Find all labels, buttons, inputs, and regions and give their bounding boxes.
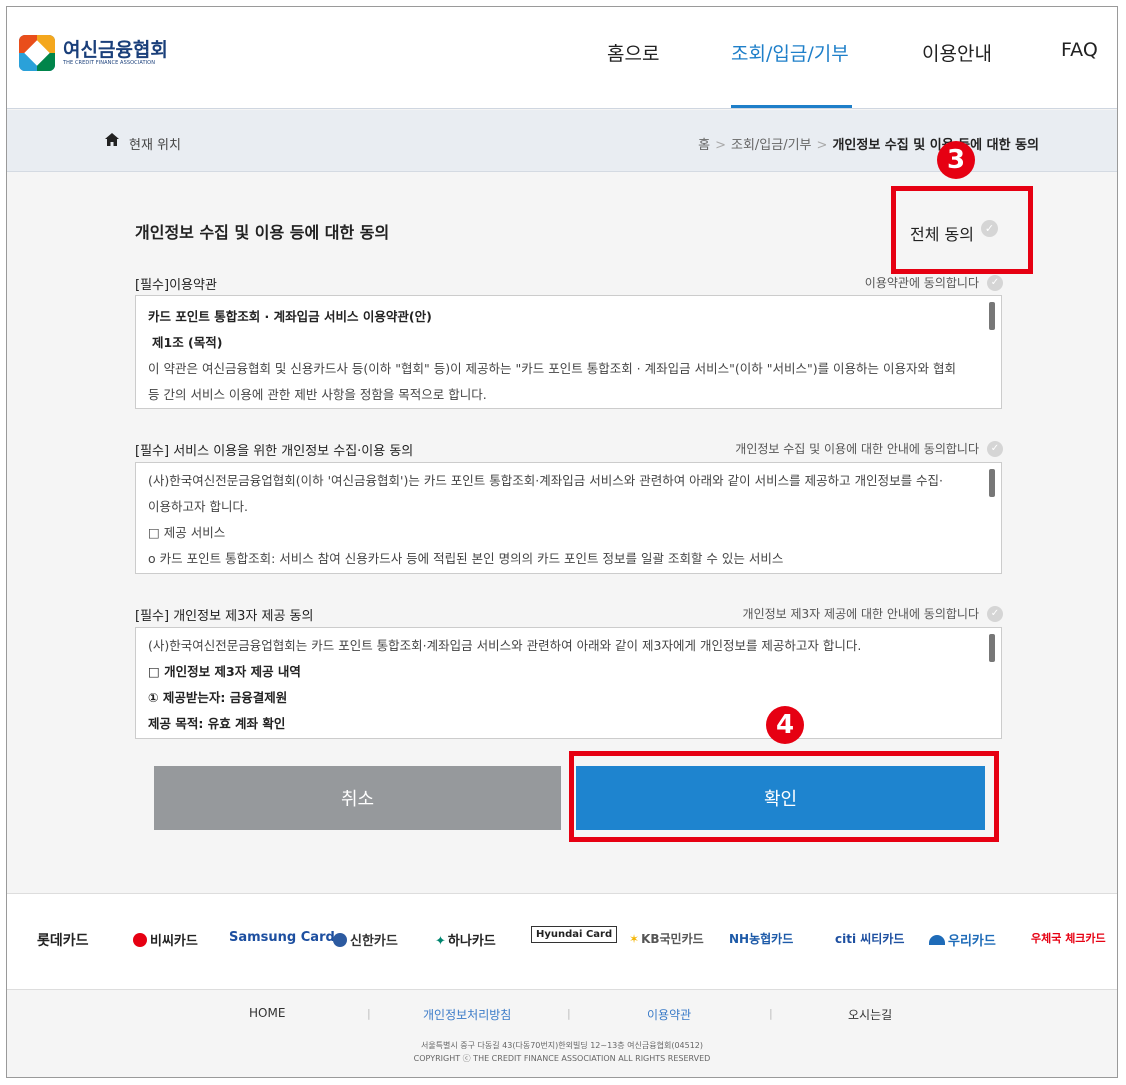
scrollbar-thumb[interactable] xyxy=(989,469,995,497)
collection-line: □ 제공 서비스 xyxy=(148,525,226,540)
section-collection-agree[interactable]: 개인정보 수집 및 이용에 대한 안내에 동의합니다 ✓ xyxy=(735,440,1003,457)
footer-divider: | xyxy=(367,1007,371,1020)
breadcrumb-inquiry[interactable]: 조회/입금/기부 xyxy=(731,138,812,153)
thirdparty-line: ① 제공받는자: 금융결제원 xyxy=(148,690,288,705)
footer-link-directions[interactable]: 오시는길 xyxy=(848,1006,892,1023)
collection-line: o 카드 포인트 통합조회: 서비스 참여 신용카드사 등에 적립된 본인 명의… xyxy=(148,551,784,566)
partner-shinhan[interactable]: 신한카드 xyxy=(333,930,398,949)
bc-logo-icon xyxy=(133,933,147,947)
section-thirdparty-agree[interactable]: 개인정보 제3자 제공에 대한 안내에 동의합니다 ✓ xyxy=(743,605,1003,622)
site-footer: HOME | 개인정보처리방침 | 이용약관 | 오시는길 서울특별시 중구 다… xyxy=(7,989,1117,1077)
footer-link-home[interactable]: HOME xyxy=(249,1006,285,1020)
nav-faq[interactable]: FAQ xyxy=(1061,39,1098,61)
check-circle-icon[interactable]: ✓ xyxy=(987,274,1003,291)
scrollbar-thumb[interactable] xyxy=(989,302,995,330)
footer-link-privacy[interactable]: 개인정보처리방침 xyxy=(423,1006,511,1023)
logo-name-ko: 여신금융협회 xyxy=(63,39,168,61)
section-terms-agree-label: 이용약관에 동의합니다 xyxy=(864,276,979,290)
highlight-all-agree xyxy=(891,186,1033,274)
footer-divider: | xyxy=(567,1007,571,1020)
partner-samsung[interactable]: Samsung Card xyxy=(229,930,335,945)
partner-logos: 롯데카드 비씨카드 Samsung Card 신한카드 ✦ 하나카드 Hyunda… xyxy=(7,893,1117,989)
thirdparty-line: □ 개인정보 제3자 제공 내역 xyxy=(148,664,301,679)
scrollbar-thumb[interactable] xyxy=(989,634,995,662)
section-terms-agree[interactable]: 이용약관에 동의합니다 ✓ xyxy=(865,274,1003,291)
partner-epost[interactable]: 우체국 체크카드 xyxy=(1031,930,1106,946)
breadcrumb: 홈 > 조회/입금/기부 > 개인정보 수집 및 이용 등에 대한 동의 xyxy=(698,138,1039,153)
page-title: 개인정보 수집 및 이용 등에 대한 동의 xyxy=(135,223,390,242)
footer-divider: | xyxy=(769,1007,773,1020)
terms-scroll-box[interactable]: 카드 포인트 통합조회 · 계좌입금 서비스 이용약관(안) 제1조 (목적) … xyxy=(135,295,1002,409)
nav-home[interactable]: 홈으로 xyxy=(607,39,659,66)
kb-logo-icon: ✶ xyxy=(629,932,640,946)
section-terms-title: [필수]이용약관 xyxy=(135,278,217,293)
section-collection-title: [필수] 서비스 이용을 위한 개인정보 수집·이용 동의 xyxy=(135,444,414,459)
footer-address: 서울특별시 중구 다동길 43(다동70번지)한외빌딩 12~13층 여신금융협… xyxy=(420,1041,704,1050)
partner-nh[interactable]: NH농협카드 xyxy=(729,930,793,947)
location-label: 현재 위치 xyxy=(129,138,181,153)
thirdparty-scroll-box[interactable]: (사)한국여신전문금융업협회는 카드 포인트 통합조회·계좌입금 서비스와 관련… xyxy=(135,627,1002,739)
terms-line: 카드 포인트 통합조회 · 계좌입금 서비스 이용약관(안) xyxy=(148,309,432,324)
logo-mark-icon xyxy=(19,35,55,71)
terms-line: 이 약관은 여신금융협회 및 신용카드사 등(이하 "협회" 등)이 제공하는 … xyxy=(148,361,957,376)
partner-citi[interactable]: citi 씨티카드 xyxy=(835,930,904,947)
site-logo[interactable]: 여신금융협회 THE CREDIT FINANCE ASSOCIATION xyxy=(19,35,168,71)
collection-scroll-box[interactable]: (사)한국여신전문금융업협회(이하 '여신금융협회')는 카드 포인트 통합조회… xyxy=(135,462,1002,574)
woori-logo-icon xyxy=(929,935,945,945)
site-header: 여신금융협회 THE CREDIT FINANCE ASSOCIATION 홈으… xyxy=(7,7,1117,109)
check-circle-icon[interactable]: ✓ xyxy=(987,605,1003,622)
browser-frame: 여신금융협회 THE CREDIT FINANCE ASSOCIATION 홈으… xyxy=(6,6,1118,1078)
partner-bc[interactable]: 비씨카드 xyxy=(133,930,198,949)
breadcrumb-home[interactable]: 홈 xyxy=(698,138,710,153)
section-thirdparty-agree-label: 개인정보 제3자 제공에 대한 안내에 동의합니다 xyxy=(742,607,979,621)
section-thirdparty-title: [필수] 개인정보 제3자 제공 동의 xyxy=(135,609,314,624)
highlight-confirm-button xyxy=(569,751,999,842)
nav-inquiry-deposit-donate[interactable]: 조회/입금/기부 xyxy=(731,39,849,66)
step-badge-4: 4 xyxy=(766,706,804,744)
terms-line: 등 간의 서비스 이용에 관한 제반 사항을 정함을 목적으로 합니다. xyxy=(148,387,487,402)
partner-hana[interactable]: ✦ 하나카드 xyxy=(435,930,496,949)
step-badge-3: 3 xyxy=(937,141,975,179)
cancel-button[interactable]: 취소 xyxy=(154,766,561,830)
partner-woori[interactable]: 우리카드 xyxy=(929,930,996,949)
footer-link-terms[interactable]: 이용약관 xyxy=(647,1006,691,1023)
partner-kb[interactable]: ✶ KB국민카드 xyxy=(629,930,704,947)
section-collection-agree-label: 개인정보 수집 및 이용에 대한 안내에 동의합니다 xyxy=(735,442,979,456)
thirdparty-line: 제공 목적: 유효 계좌 확인 xyxy=(148,716,286,731)
terms-line: 제1조 (목적) xyxy=(152,335,223,350)
breadcrumb-current: 개인정보 수집 및 이용 등에 대한 동의 xyxy=(832,138,1039,153)
collection-line: 이용하고자 합니다. xyxy=(148,499,248,514)
partner-hyundai[interactable]: Hyundai Card xyxy=(531,926,618,943)
logo-name-en: THE CREDIT FINANCE ASSOCIATION xyxy=(63,60,156,66)
home-icon xyxy=(105,133,119,146)
collection-line: (사)한국여신전문금융업협회(이하 '여신금융협회')는 카드 포인트 통합조회… xyxy=(148,473,944,488)
thirdparty-line: (사)한국여신전문금융업협회는 카드 포인트 통합조회·계좌입금 서비스와 관련… xyxy=(148,638,862,653)
shinhan-logo-icon xyxy=(333,933,347,947)
nav-usage-guide[interactable]: 이용안내 xyxy=(922,39,992,66)
partner-lotte[interactable]: 롯데카드 xyxy=(37,930,89,950)
check-circle-icon[interactable]: ✓ xyxy=(987,440,1003,457)
hana-logo-icon: ✦ xyxy=(435,934,446,949)
footer-copyright: COPYRIGHT ⓒ THE CREDIT FINANCE ASSOCIATI… xyxy=(413,1054,711,1063)
nav-active-indicator xyxy=(731,105,852,108)
